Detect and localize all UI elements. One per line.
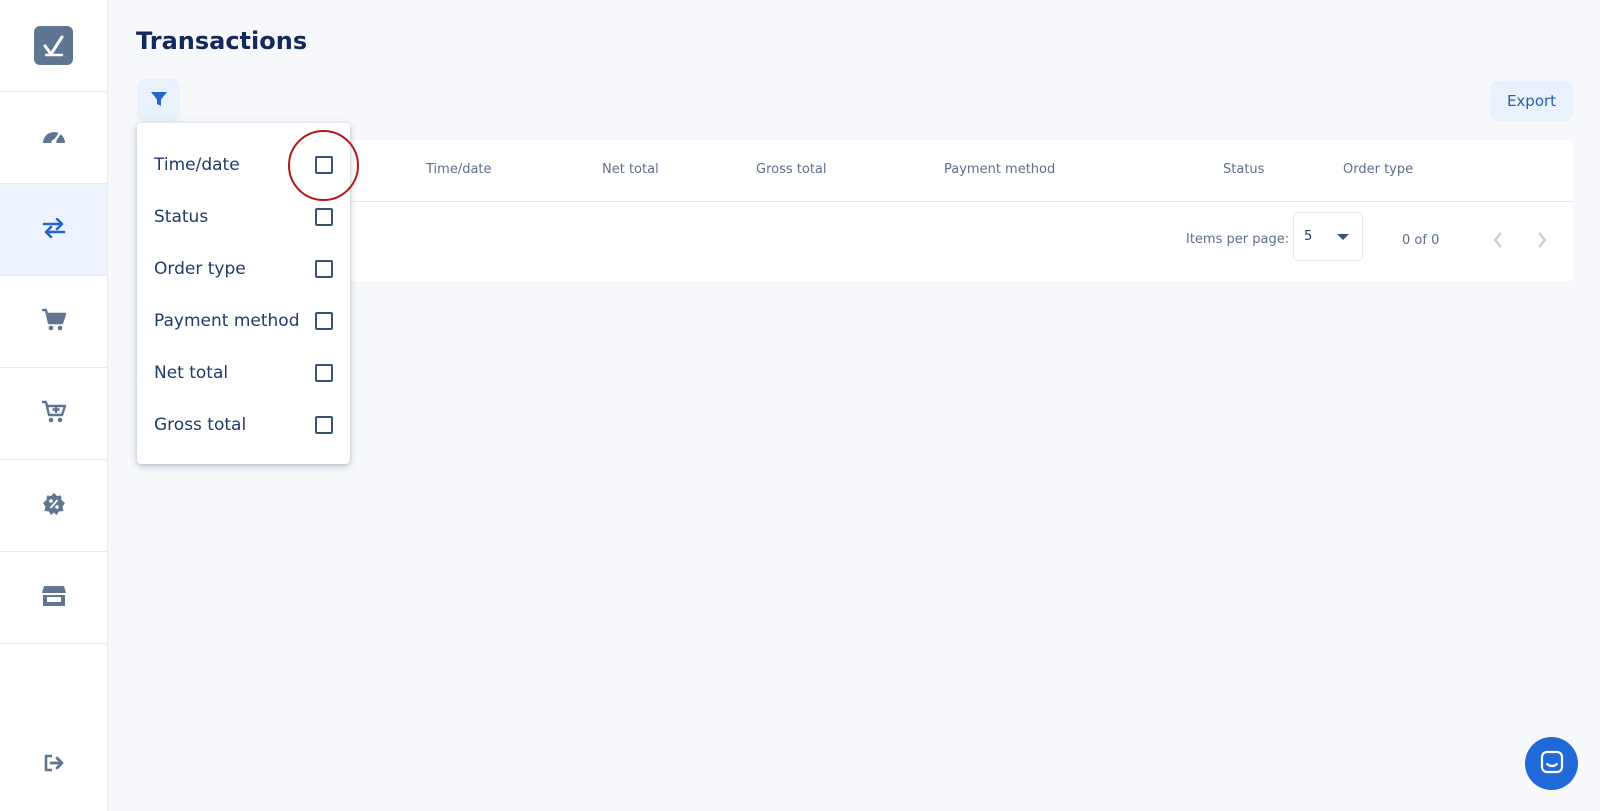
discount-badge-icon: [42, 492, 66, 520]
order-type-checkbox[interactable]: [315, 260, 333, 278]
items-per-page-label: Items per page:: [1186, 232, 1290, 247]
sidebar-item-store[interactable]: [0, 552, 107, 644]
sidebar-item-discounts[interactable]: [0, 460, 107, 552]
column-header-gross-total[interactable]: Gross total: [756, 162, 827, 177]
chat-icon: [1540, 750, 1564, 778]
logout-button[interactable]: [0, 740, 107, 790]
cart-icon: [41, 308, 67, 336]
sidebar-item-transactions[interactable]: [0, 184, 107, 276]
net-total-checkbox[interactable]: [315, 364, 333, 382]
chat-launcher-button[interactable]: [1525, 737, 1578, 790]
payment-method-checkbox[interactable]: [315, 312, 333, 330]
column-header-time-date[interactable]: Time/date: [426, 162, 492, 177]
export-button[interactable]: Export: [1490, 81, 1573, 121]
menu-item-label: Status: [154, 207, 209, 227]
items-per-page-select[interactable]: 5: [1293, 212, 1363, 261]
menu-item-label: Gross total: [154, 415, 247, 435]
highlight-circle-annotation: [288, 130, 359, 201]
sidebar: [0, 0, 108, 811]
menu-item-gross-total[interactable]: Gross total: [137, 400, 350, 452]
chevron-down-icon: [1337, 234, 1349, 240]
items-per-page-value: 5: [1304, 229, 1313, 244]
chevron-left-icon: [1492, 231, 1504, 253]
filter-icon: [150, 90, 168, 112]
gross-total-checkbox[interactable]: [315, 416, 333, 434]
column-header-status[interactable]: Status: [1223, 162, 1264, 177]
store-icon: [41, 585, 67, 611]
logout-icon: [43, 753, 65, 777]
page-title: Transactions: [136, 27, 308, 55]
sidebar-item-orders[interactable]: [0, 276, 107, 368]
page-range-label: 0 of 0: [1402, 233, 1440, 248]
menu-item-order-type[interactable]: Order type: [137, 244, 350, 296]
column-filter-button[interactable]: [137, 79, 180, 122]
column-header-net-total[interactable]: Net total: [602, 162, 659, 177]
menu-item-payment-method[interactable]: Payment method: [137, 296, 350, 348]
menu-item-label: Net total: [154, 363, 229, 383]
next-page-button[interactable]: [1527, 227, 1557, 257]
menu-item-label: Payment method: [154, 311, 300, 331]
previous-page-button[interactable]: [1483, 227, 1513, 257]
chevron-right-icon: [1536, 231, 1548, 253]
app-logo[interactable]: [0, 0, 107, 92]
menu-item-label: Order type: [154, 259, 246, 279]
sidebar-item-dashboard[interactable]: [0, 92, 107, 184]
sidebar-item-new-order[interactable]: [0, 368, 107, 460]
menu-item-label: Time/date: [154, 155, 240, 175]
checkmark-logo-icon: [34, 26, 73, 65]
cart-add-icon: [41, 400, 67, 428]
status-checkbox[interactable]: [315, 208, 333, 226]
menu-item-net-total[interactable]: Net total: [137, 348, 350, 400]
transactions-arrows-icon: [42, 217, 66, 242]
dashboard-gauge-icon: [41, 125, 67, 151]
column-header-payment-method[interactable]: Payment method: [944, 162, 1055, 177]
column-header-order-type[interactable]: Order type: [1343, 162, 1413, 177]
